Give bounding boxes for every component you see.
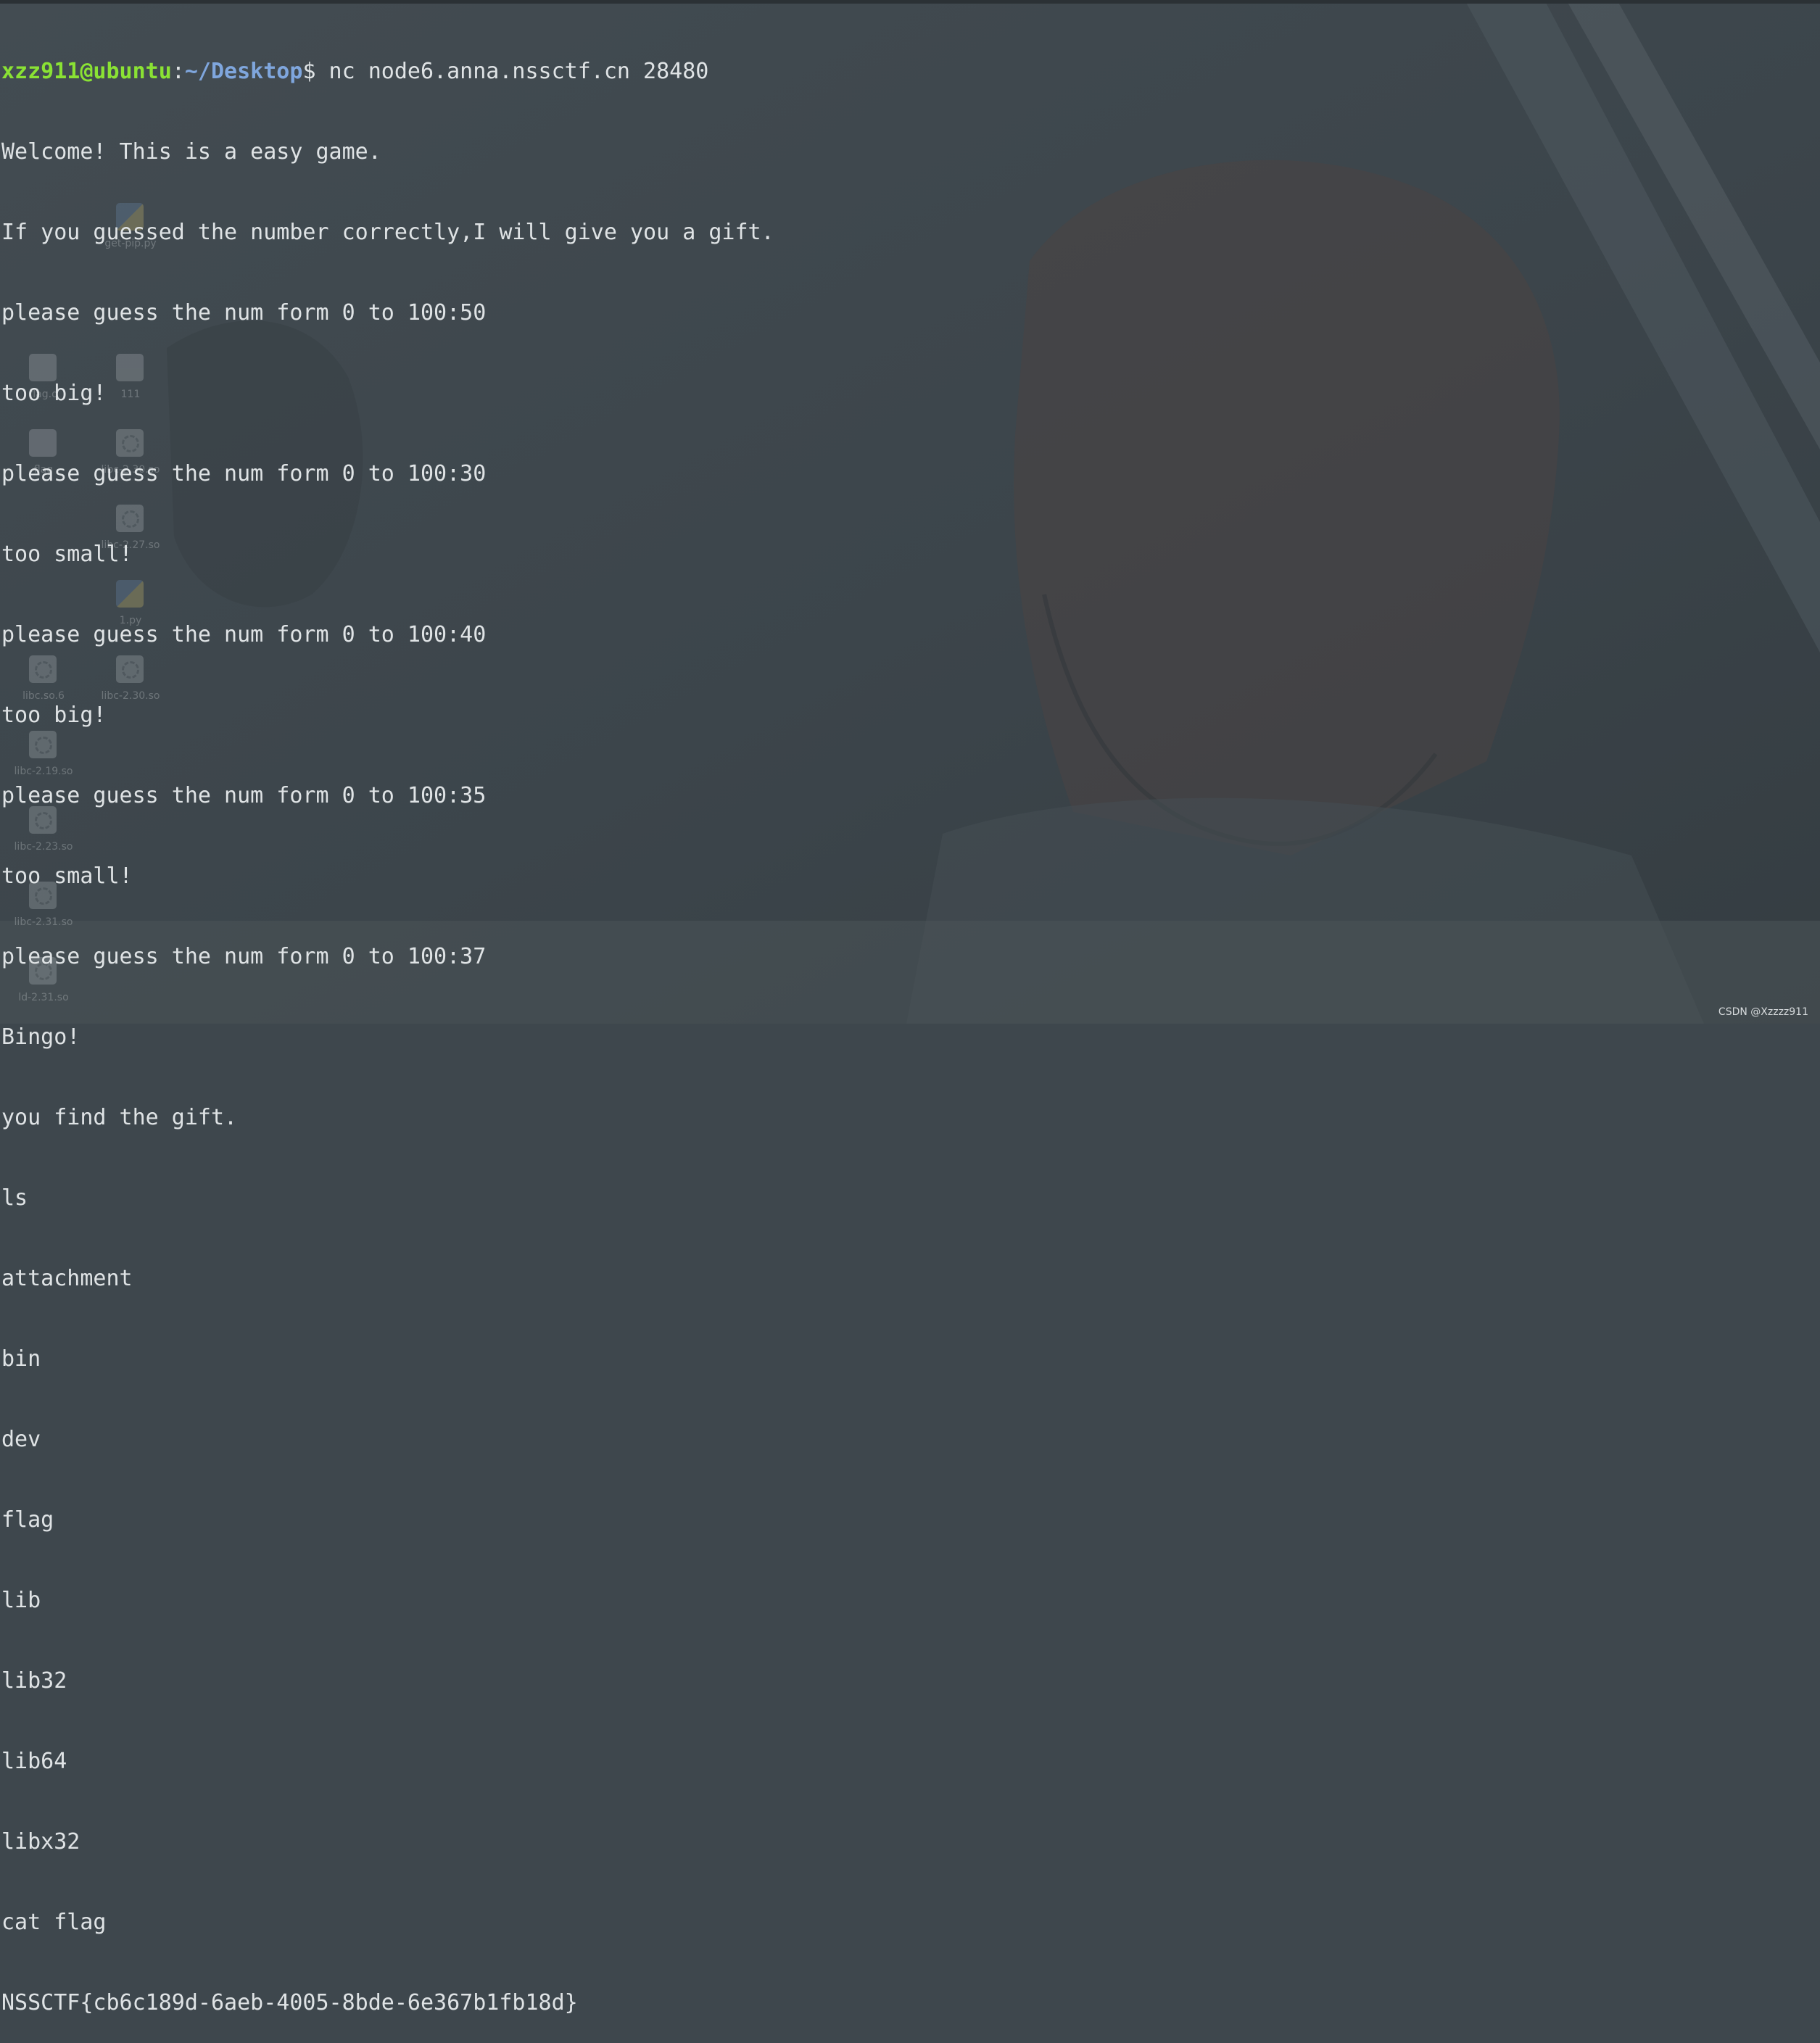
terminal-line: attachment — [1, 1266, 133, 1291]
terminal-line: too big! — [1, 381, 107, 406]
terminal-line: If you guessed the number correctly,I wi… — [1, 220, 774, 245]
terminal-line: you find the gift. — [1, 1105, 238, 1130]
terminal-line: dev — [1, 1427, 41, 1452]
terminal-line: bin — [1, 1346, 41, 1372]
terminal-line: too small! — [1, 542, 133, 567]
terminal-line: lib64 — [1, 1749, 67, 1774]
prompt-colon: : — [171, 59, 185, 84]
terminal-line: flag — [1, 1507, 54, 1533]
terminal-line: Bingo! — [1, 1024, 80, 1050]
terminal-line: lib — [1, 1588, 41, 1613]
terminal-line: Welcome! This is a easy game. — [1, 139, 381, 165]
terminal-line: please guess the num form 0 to 100:37 — [1, 944, 487, 969]
terminal-line: too big! — [1, 703, 107, 728]
watermark-text: CSDN @Xzzzz911 — [1718, 1006, 1808, 1018]
terminal-line: lib32 — [1, 1668, 67, 1694]
top-bar — [0, 0, 1820, 4]
prompt-path: ~/Desktop — [184, 59, 303, 84]
terminal-line: too small! — [1, 863, 133, 889]
terminal-line: ls — [1, 1185, 28, 1211]
terminal-line: cat flag — [1, 1910, 107, 1935]
flag-output-line: NSSCTF{cb6c189d-6aeb-4005-8bde-6e367b1fb… — [1, 1990, 578, 2015]
prompt-command: nc node6.anna.nssctf.cn 28480 — [315, 59, 709, 84]
prompt-user-host: xzz911@ubuntu — [1, 59, 172, 84]
prompt-line: xzz911@ubuntu:~/Desktop$ nc node6.anna.n… — [1, 58, 915, 85]
prompt-symbol: $ — [302, 59, 316, 84]
terminal-line: please guess the num form 0 to 100:30 — [1, 461, 487, 486]
terminal-line: please guess the num form 0 to 100:50 — [1, 300, 487, 326]
terminal-output[interactable]: xzz911@ubuntu:~/Desktop$ nc node6.anna.n… — [1, 4, 915, 2015]
terminal-line: please guess the num form 0 to 100:35 — [1, 783, 487, 808]
terminal-line: libx32 — [1, 1829, 80, 1855]
terminal-line: please guess the num form 0 to 100:40 — [1, 622, 487, 647]
